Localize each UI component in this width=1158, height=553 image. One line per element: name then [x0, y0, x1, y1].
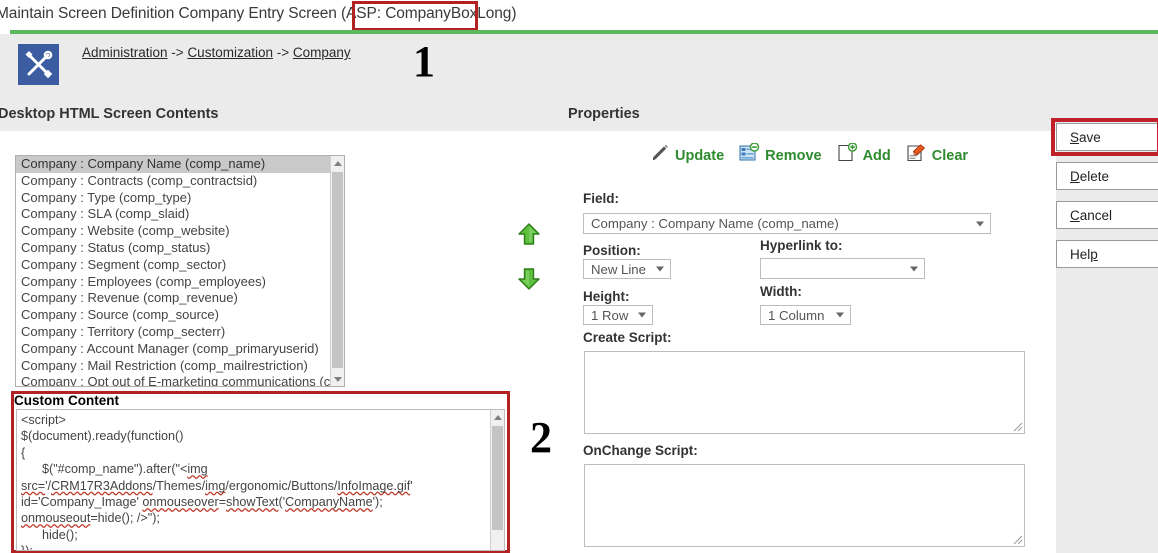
- list-item[interactable]: Company : Company Name (comp_name): [16, 156, 330, 173]
- list-item[interactable]: Company : Segment (comp_sector): [16, 257, 330, 274]
- action-button-rail: [1043, 34, 1158, 553]
- chevron-down-icon: [656, 266, 664, 272]
- list-item[interactable]: Company : Source (comp_source): [16, 307, 330, 324]
- custom-content-label: Custom Content: [14, 393, 119, 408]
- custom-content-textarea[interactable]: <script> $(document).ready(function() { …: [16, 409, 505, 551]
- page-add-icon: [836, 142, 858, 168]
- create-script-label: Create Script:: [583, 330, 672, 345]
- list-item[interactable]: Company : Type (comp_type): [16, 190, 330, 207]
- listbox-scrollbar[interactable]: [330, 156, 344, 386]
- help-button[interactable]: Help: [1056, 240, 1158, 268]
- cancel-button[interactable]: Cancel: [1056, 201, 1158, 229]
- title-bar: Maintain Screen Definition Company Entry…: [0, 0, 1158, 30]
- pencil-icon: [650, 143, 670, 168]
- update-button[interactable]: Update: [650, 143, 724, 168]
- breadcrumb-administration[interactable]: Administration: [82, 45, 168, 60]
- remove-button[interactable]: Remove: [738, 142, 822, 168]
- position-select[interactable]: New Line: [583, 259, 671, 279]
- create-script-textarea[interactable]: [584, 351, 1025, 434]
- annotation-marker-2: 2: [530, 413, 552, 462]
- position-label: Position:: [583, 243, 641, 258]
- add-button[interactable]: Add: [836, 142, 891, 168]
- save-button-label: Save: [1070, 129, 1101, 145]
- delete-button-label: Delete: [1070, 168, 1110, 184]
- hyperlink-to-select[interactable]: [760, 258, 925, 279]
- scroll-up-icon[interactable]: [491, 410, 504, 424]
- properties-heading: Properties: [568, 106, 640, 122]
- list-item[interactable]: Company : Revenue (comp_revenue): [16, 290, 330, 307]
- height-select-value: 1 Row: [591, 307, 629, 323]
- screen-contents-listbox[interactable]: Company : Company Name (comp_name) Compan…: [15, 155, 345, 387]
- width-label: Width:: [760, 284, 802, 299]
- breadcrumb-separator-1: ->: [167, 45, 188, 60]
- eraser-icon: [905, 143, 927, 168]
- add-button-label: Add: [862, 147, 891, 164]
- clear-button-label: Clear: [931, 147, 969, 164]
- width-select[interactable]: 1 Column: [760, 305, 851, 325]
- save-button[interactable]: Save: [1056, 123, 1158, 151]
- scroll-down-icon[interactable]: [331, 372, 344, 386]
- list-item[interactable]: Company : Territory (comp_secterr): [16, 324, 330, 341]
- chevron-down-icon: [976, 221, 984, 226]
- rail-white-gutter: [1043, 131, 1056, 553]
- list-item[interactable]: Company : Mail Restriction (comp_mailres…: [16, 358, 330, 375]
- resize-grip-icon[interactable]: [1011, 533, 1023, 545]
- onchange-script-textarea[interactable]: [584, 464, 1025, 547]
- chevron-down-icon: [910, 266, 918, 271]
- height-select[interactable]: 1 Row: [583, 305, 653, 325]
- list-remove-icon: [738, 142, 760, 168]
- list-item[interactable]: Company : SLA (comp_slaid): [16, 206, 330, 223]
- onchange-script-label: OnChange Script:: [583, 443, 698, 458]
- page-title-prefix: Maintain Screen Definition Company Entry…: [0, 5, 381, 22]
- list-item[interactable]: Company : Account Manager (comp_primaryu…: [16, 341, 330, 358]
- breadcrumb-separator-2: ->: [272, 45, 293, 60]
- list-item[interactable]: Company : Website (comp_website): [16, 223, 330, 240]
- delete-button[interactable]: Delete: [1056, 162, 1158, 190]
- cancel-button-label: Cancel: [1070, 207, 1113, 223]
- move-up-arrow-icon[interactable]: [517, 222, 541, 246]
- chevron-down-icon: [638, 312, 646, 318]
- scroll-up-icon[interactable]: [331, 156, 344, 170]
- desktop-html-screen-contents-heading: Desktop HTML Screen Contents: [0, 106, 219, 122]
- list-item[interactable]: Company : Employees (comp_employees): [16, 274, 330, 291]
- width-select-value: 1 Column: [768, 307, 825, 323]
- resize-grip-icon[interactable]: [1011, 420, 1023, 432]
- hyperlink-to-label: Hyperlink to:: [760, 238, 843, 253]
- chevron-down-icon: [836, 312, 844, 318]
- screen-contents-list[interactable]: Company : Company Name (comp_name) Compan…: [16, 156, 330, 386]
- scrollbar-thumb[interactable]: [332, 172, 343, 368]
- asp-name-annotation-box: [352, 1, 478, 31]
- field-select[interactable]: Company : Company Name (comp_name): [583, 213, 991, 234]
- clear-button[interactable]: Clear: [905, 143, 968, 168]
- list-item[interactable]: Company : Opt out of E-marketing communi…: [16, 374, 330, 386]
- position-select-value: New Line: [591, 261, 646, 277]
- properties-toolbar: Update Remove Add Clear: [650, 142, 978, 168]
- tools-icon: [18, 44, 59, 85]
- height-label: Height:: [583, 289, 630, 304]
- update-button-label: Update: [675, 147, 725, 164]
- annotation-marker-1: 1: [413, 37, 435, 86]
- field-label: Field:: [583, 191, 619, 206]
- breadcrumb-company[interactable]: Company: [293, 45, 351, 60]
- list-item[interactable]: Company : Contracts (comp_contractsid): [16, 173, 330, 190]
- list-item[interactable]: Company : Status (comp_status): [16, 240, 330, 257]
- custom-content-scrollbar[interactable]: [490, 410, 504, 550]
- help-button-label: Help: [1070, 246, 1098, 262]
- move-down-arrow-icon[interactable]: [517, 267, 541, 291]
- field-select-value: Company : Company Name (comp_name): [591, 216, 839, 231]
- remove-button-label: Remove: [765, 147, 822, 164]
- scrollbar-thumb[interactable]: [492, 426, 503, 530]
- breadcrumb: Administration -> Customization -> Compa…: [82, 45, 351, 60]
- breadcrumb-customization[interactable]: Customization: [187, 45, 273, 60]
- custom-content-code: <script> $(document).ready(function() { …: [21, 413, 413, 550]
